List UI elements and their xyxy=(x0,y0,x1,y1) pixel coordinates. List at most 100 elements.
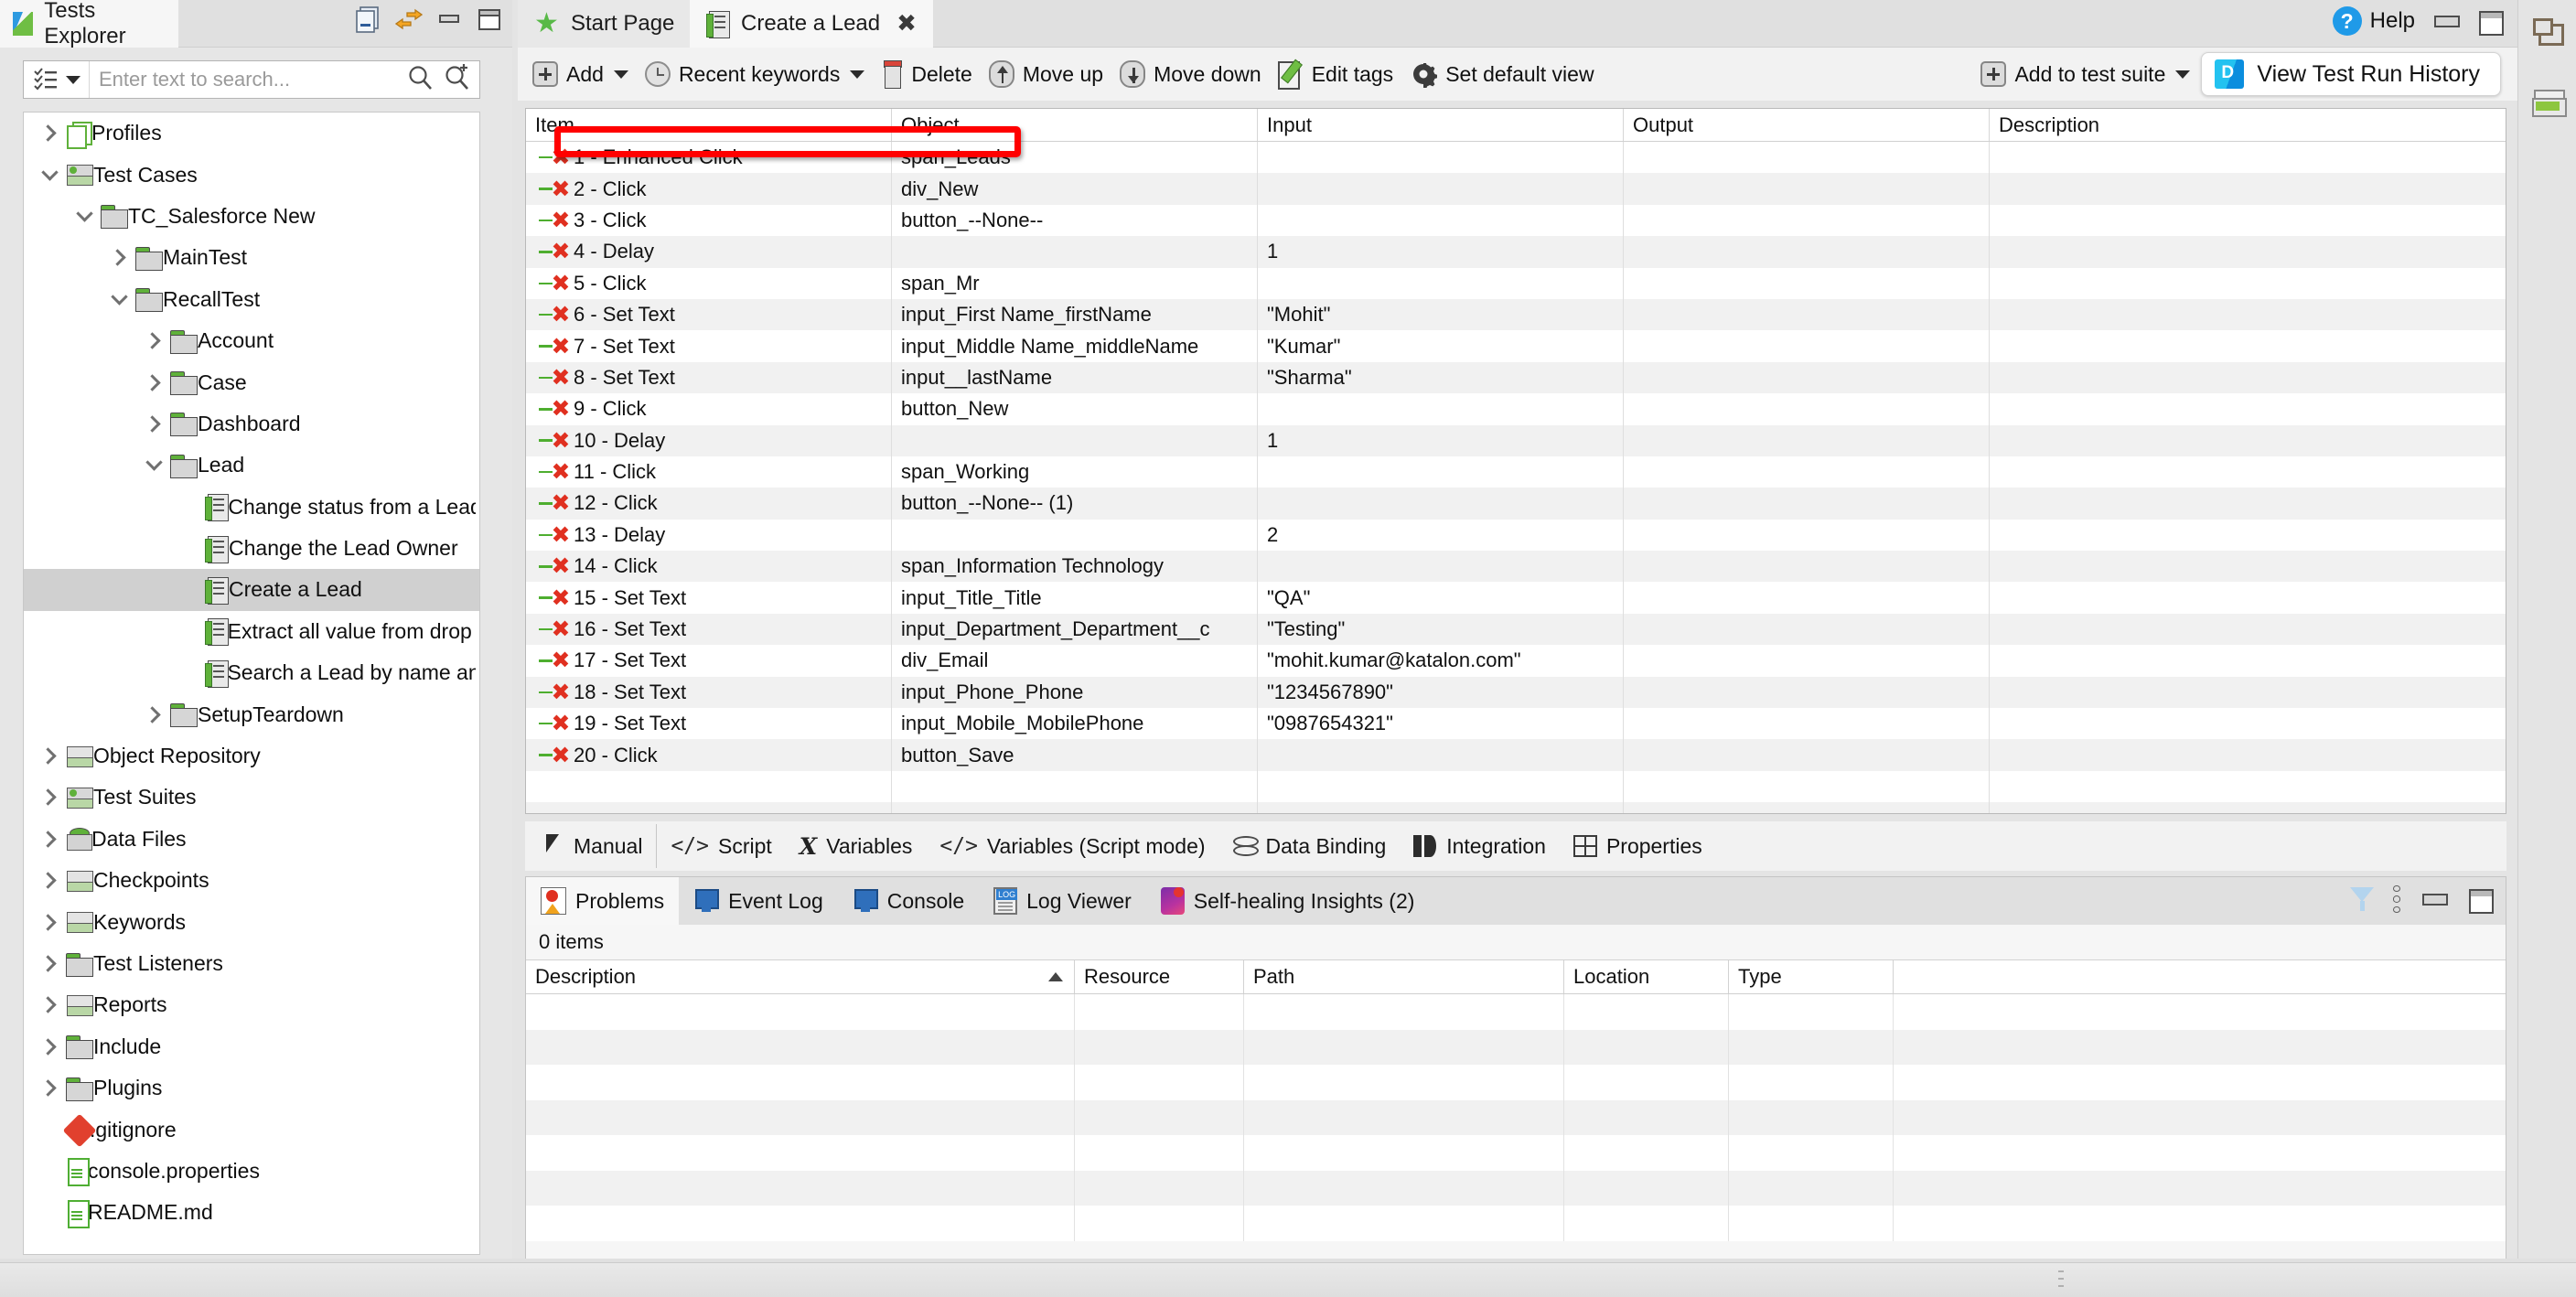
view-menu-icon[interactable] xyxy=(2392,885,2401,913)
tab-variables-script-mode[interactable]: </> Variables (Script mode) xyxy=(926,824,1218,868)
set-default-view-button[interactable]: Set default view xyxy=(1404,53,1605,95)
expander-collapsed[interactable] xyxy=(33,1041,66,1053)
tree-item-include[interactable]: Include xyxy=(24,1026,479,1067)
minimize-icon[interactable] xyxy=(435,5,463,33)
test-step-row[interactable]: ✖17 - Set Textdiv_Email"mohit.kumar@kata… xyxy=(526,645,2506,676)
tree-item-dashboard[interactable]: Dashboard xyxy=(24,403,479,445)
step-output-cell[interactable] xyxy=(1624,236,1990,267)
link-with-editor-icon[interactable] xyxy=(395,5,423,33)
tab-self-healing-insights[interactable]: Self-healing Insights (2) xyxy=(1146,877,1430,925)
chevron-down-icon[interactable] xyxy=(850,70,864,79)
minimize-icon[interactable] xyxy=(2431,7,2459,35)
step-object-cell[interactable] xyxy=(892,520,1258,551)
move-up-button[interactable]: Move up xyxy=(983,53,1114,95)
tree-item-account[interactable]: Account xyxy=(24,320,479,361)
column-header-description[interactable]: Description xyxy=(526,960,1075,993)
step-input-cell[interactable]: "Testing" xyxy=(1258,614,1624,645)
step-description-cell[interactable] xyxy=(1990,582,2506,613)
step-input-cell[interactable] xyxy=(1258,456,1624,488)
search-icon[interactable] xyxy=(406,64,434,96)
step-disabled-icon[interactable]: ✖ xyxy=(535,338,574,356)
column-header-location[interactable]: Location xyxy=(1564,960,1729,993)
step-description-cell[interactable] xyxy=(1990,268,2506,299)
step-object-cell[interactable]: button_New xyxy=(892,393,1258,424)
step-item-cell[interactable]: ✖16 - Set Text xyxy=(526,614,892,645)
tab-data-binding[interactable]: Data Binding xyxy=(1219,824,1401,868)
step-description-cell[interactable] xyxy=(1990,677,2506,708)
expander-collapsed[interactable] xyxy=(137,377,170,389)
tree-item-reports[interactable]: Reports xyxy=(24,984,479,1025)
step-object-cell[interactable]: span_Leads xyxy=(892,142,1258,173)
tab-tests-explorer[interactable]: Tests Explorer xyxy=(0,0,178,48)
expander-collapsed[interactable] xyxy=(33,874,66,886)
step-disabled-icon[interactable]: ✖ xyxy=(535,746,574,765)
tab-properties[interactable]: Properties xyxy=(1560,824,1716,868)
tree-item-gitignore[interactable]: .gitignore xyxy=(24,1109,479,1150)
step-object-cell[interactable]: input_Mobile_MobilePhone xyxy=(892,708,1258,739)
test-step-row[interactable]: ✖7 - Set Textinput_Middle Name_middleNam… xyxy=(526,330,2506,361)
expander-collapsed[interactable] xyxy=(137,418,170,430)
maximize-icon[interactable] xyxy=(2465,885,2493,913)
test-step-row[interactable]: ✖15 - Set Textinput_Title_Title"QA" xyxy=(526,582,2506,613)
step-item-cell[interactable]: ✖9 - Click xyxy=(526,393,892,424)
view-test-run-history-button[interactable]: View Test Run History xyxy=(2201,52,2501,96)
step-output-cell[interactable] xyxy=(1624,142,1990,173)
tree-item-change-the-lead-owner[interactable]: Change the Lead Owner xyxy=(24,528,479,569)
add-to-test-suite-button[interactable]: Add to test suite xyxy=(1975,53,2201,95)
step-disabled-icon[interactable]: ✖ xyxy=(535,400,574,418)
step-disabled-icon[interactable]: ✖ xyxy=(535,494,574,512)
step-input-cell[interactable]: "Kumar" xyxy=(1258,330,1624,361)
tree-item-checkpoints[interactable]: Checkpoints xyxy=(24,860,479,901)
step-output-cell[interactable] xyxy=(1624,488,1990,519)
column-header-path[interactable]: Path xyxy=(1244,960,1564,993)
step-description-cell[interactable] xyxy=(1990,299,2506,330)
expander-expanded[interactable] xyxy=(137,462,170,468)
tree-item-lead[interactable]: Lead xyxy=(24,445,479,486)
edit-tags-button[interactable]: Edit tags xyxy=(1272,53,1405,95)
step-disabled-icon[interactable]: ✖ xyxy=(535,683,574,702)
expander-collapsed[interactable] xyxy=(33,127,66,139)
column-header-object[interactable]: Object xyxy=(892,109,1258,141)
step-input-cell[interactable] xyxy=(1258,739,1624,770)
tree-item-profiles[interactable]: Profiles xyxy=(24,113,479,154)
test-step-row[interactable]: ✖1 - Enhanced Clickspan_Leads xyxy=(526,142,2506,173)
step-description-cell[interactable] xyxy=(1990,142,2506,173)
test-step-row[interactable]: ✖10 - Delay1 xyxy=(526,425,2506,456)
step-disabled-icon[interactable]: ✖ xyxy=(535,432,574,450)
test-step-row[interactable]: ✖14 - Clickspan_Information Technology xyxy=(526,551,2506,582)
tab-manual[interactable]: Manual xyxy=(532,824,657,868)
problems-table[interactable]: Description Resource Path Location Type xyxy=(526,959,2506,1241)
tree-item-create-a-lead[interactable]: Create a Lead xyxy=(24,569,479,610)
test-step-row[interactable]: ✖18 - Set Textinput_Phone_Phone"12345678… xyxy=(526,677,2506,708)
tree-item-keywords[interactable]: Keywords xyxy=(24,901,479,942)
tree-item-recalltest[interactable]: RecallTest xyxy=(24,279,479,320)
step-output-cell[interactable] xyxy=(1624,614,1990,645)
test-step-row[interactable]: ✖5 - Clickspan_Mr xyxy=(526,268,2506,299)
maximize-icon[interactable] xyxy=(476,5,503,33)
step-item-cell[interactable]: ✖15 - Set Text xyxy=(526,582,892,613)
step-object-cell[interactable] xyxy=(892,425,1258,456)
step-output-cell[interactable] xyxy=(1624,739,1990,770)
tree-item-change-status-from-a-lead[interactable]: Change status from a Lead xyxy=(24,487,479,528)
tree-item-plugins[interactable]: Plugins xyxy=(24,1067,479,1109)
tab-console[interactable]: Console xyxy=(838,877,979,925)
step-description-cell[interactable] xyxy=(1990,739,2506,770)
step-output-cell[interactable] xyxy=(1624,520,1990,551)
test-step-row[interactable]: ✖4 - Delay1 xyxy=(526,236,2506,267)
test-step-row[interactable]: ✖11 - Clickspan_Working xyxy=(526,456,2506,488)
step-item-cell[interactable]: ✖7 - Set Text xyxy=(526,330,892,361)
step-disabled-icon[interactable]: ✖ xyxy=(535,180,574,198)
expander-collapsed[interactable] xyxy=(102,252,135,263)
test-step-row[interactable]: ✖2 - Clickdiv_New xyxy=(526,173,2506,204)
add-button[interactable]: Add xyxy=(527,53,639,95)
close-icon[interactable]: ✖ xyxy=(896,10,917,38)
column-header-item[interactable]: Item xyxy=(526,109,892,141)
tree-item-test-listeners[interactable]: Test Listeners xyxy=(24,943,479,984)
step-input-cell[interactable]: 1 xyxy=(1258,236,1624,267)
step-disabled-icon[interactable]: ✖ xyxy=(535,148,574,166)
step-description-cell[interactable] xyxy=(1990,236,2506,267)
step-output-cell[interactable] xyxy=(1624,551,1990,582)
column-header-resource[interactable]: Resource xyxy=(1075,960,1244,993)
step-object-cell[interactable]: input_Department_Department__c xyxy=(892,614,1258,645)
tab-integration[interactable]: Integration xyxy=(1400,824,1560,868)
